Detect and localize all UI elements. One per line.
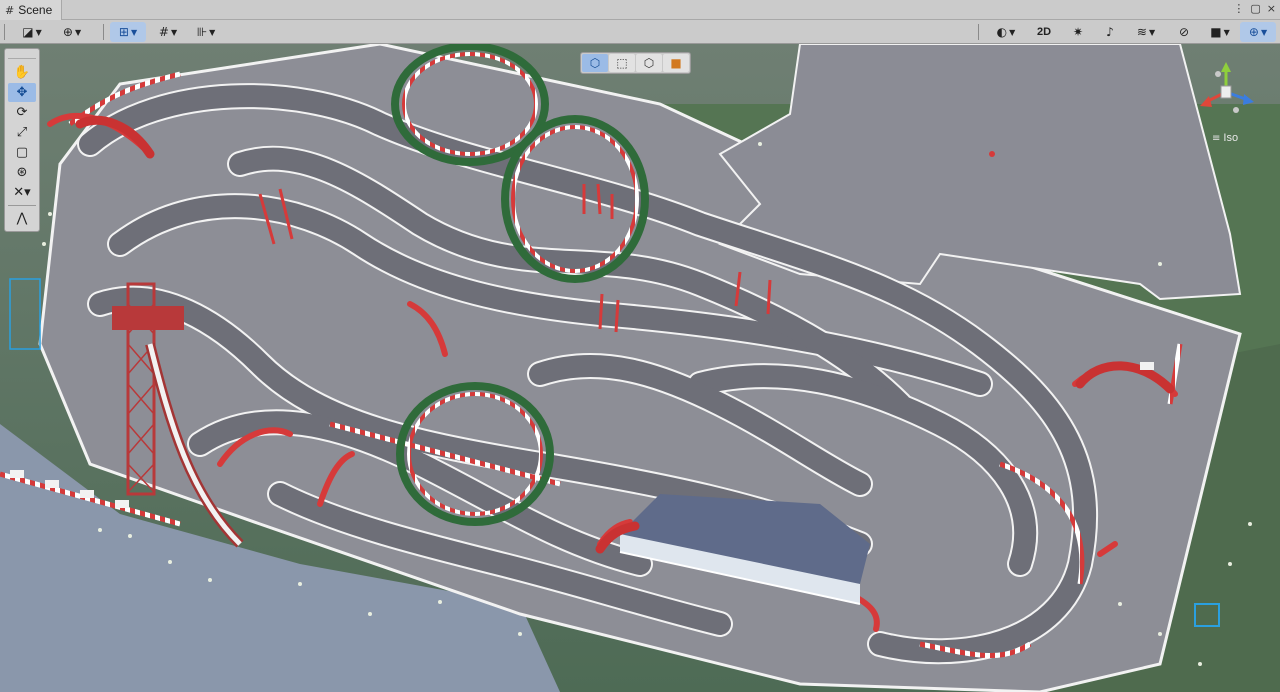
move-icon: ✥: [16, 85, 28, 100]
toggle-2d-button[interactable]: 2D: [1030, 22, 1058, 42]
camera-button[interactable]: ■ ▼: [1202, 22, 1238, 42]
toolbar-separator-right: [978, 24, 979, 40]
light-icon: ✷: [1072, 25, 1084, 39]
scene-tab-label: Scene: [18, 3, 53, 17]
x-axis-cone[interactable]: [1200, 96, 1212, 107]
rotate-tool[interactable]: ⟳: [8, 103, 36, 122]
hand-icon: ✋: [13, 65, 31, 80]
cube-view-button[interactable]: ⬡: [582, 54, 608, 72]
increment-snapping-button[interactable]: ⊪ ▼: [188, 22, 224, 42]
move-snapping-button[interactable]: ⊞ ▼: [110, 22, 146, 42]
projection-toggle[interactable]: ≡ Iso: [1212, 132, 1238, 144]
scene-canvas[interactable]: [0, 44, 1280, 692]
solid-cube-view-button[interactable]: ■: [663, 54, 689, 72]
orientation-gizmo[interactable]: [1196, 60, 1260, 124]
transform-tool[interactable]: ⊛: [8, 163, 36, 182]
maximize-icon[interactable]: ▢: [1250, 2, 1260, 15]
hash-icon: #: [5, 3, 15, 17]
custom-tool[interactable]: ✕▾: [8, 183, 36, 202]
audio-icon: ♪: [1106, 25, 1114, 39]
gizmo-neg-y[interactable]: [1215, 71, 1221, 77]
lighting-button[interactable]: ✷: [1066, 22, 1090, 42]
unity-scene-window: # Scene ⋮ ▢ × ◪▼ ⊕▼ ⊞▼ #▼ ⊪▼ ◐▼ 2D: [0, 0, 1280, 692]
global-button[interactable]: ⊕ ▼: [54, 22, 90, 42]
z-axis-cone[interactable]: [1243, 94, 1254, 105]
rect-icon: ▢: [15, 145, 29, 160]
hand-tool[interactable]: ✋: [8, 63, 36, 82]
pivot-marker: [989, 151, 995, 157]
grid-button[interactable]: # ▼: [150, 22, 186, 42]
y-axis-cone[interactable]: [1221, 62, 1231, 72]
rotate-icon: ⟳: [16, 105, 28, 120]
view-mode-toolbar: ⬡ ⬚ ⬡ ■: [580, 52, 691, 74]
shading-sphere-button[interactable]: ◐ ▼: [988, 22, 1024, 42]
draw-mode-button[interactable]: ◪ ▼: [14, 22, 50, 42]
globe-icon: ⊕: [62, 25, 73, 39]
layers-icon: ≋: [1136, 25, 1147, 39]
path-icon: ⋀: [16, 211, 28, 226]
effects-button[interactable]: ≋ ▼: [1128, 22, 1164, 42]
shading-mode-icon: ◪: [22, 25, 34, 39]
toolbar-separator: [103, 24, 104, 40]
rect-view-button[interactable]: ⬚: [609, 54, 635, 72]
globe-gizmo-icon: ⊕: [1248, 25, 1259, 39]
close-icon[interactable]: ×: [1267, 2, 1276, 15]
rect-view-icon: ⬚: [616, 56, 628, 70]
camera-icon: ■: [1210, 25, 1222, 39]
palette-divider: [8, 205, 36, 206]
transform-icon: ⊛: [16, 165, 28, 180]
audio-button[interactable]: ♪: [1098, 22, 1122, 42]
orange-cube-icon: ■: [670, 56, 682, 70]
more-icon[interactable]: ⋮: [1233, 2, 1244, 15]
projection-label: Iso: [1223, 132, 1239, 144]
move-tool[interactable]: ✥: [8, 83, 36, 102]
scene-tab[interactable]: # Scene: [0, 0, 62, 20]
gizmo-center[interactable]: [1220, 85, 1232, 99]
gizmo-neg-z[interactable]: [1233, 107, 1239, 113]
palette-grip[interactable]: [8, 51, 36, 59]
menu-icon: ≡: [1212, 132, 1221, 144]
hidden-objects-button[interactable]: ⊘: [1172, 22, 1196, 42]
tool-palette: ✋ ✥ ⟳ ⤢ ▢ ⊛ ✕▾ ⋀: [4, 48, 40, 232]
scene-viewport[interactable]: [0, 44, 1280, 692]
window-titlebar: # Scene ⋮ ▢ ×: [0, 0, 1280, 20]
window-controls: ⋮ ▢ ×: [1233, 2, 1276, 15]
rect-tool[interactable]: ▢: [8, 143, 36, 162]
grid-snap-icon: ⊞: [118, 25, 129, 39]
scale-icon: ⤢: [16, 125, 28, 140]
sphere-icon: ◐: [996, 25, 1008, 39]
path-tool[interactable]: ⋀: [8, 209, 36, 228]
grid-icon: #: [158, 25, 169, 39]
custom-tool-icon: ✕▾: [13, 185, 31, 200]
ruler-icon: ⊪: [196, 25, 208, 39]
eye-slash-icon: ⊘: [1178, 25, 1190, 39]
scale-tool[interactable]: ⤢: [8, 123, 36, 142]
wire-cube-view-button[interactable]: ⬡: [636, 54, 662, 72]
wire-cube-icon: ⬡: [643, 56, 655, 70]
cube-icon: ⬡: [589, 56, 601, 70]
gizmos-button[interactable]: ⊕ ▼: [1240, 22, 1276, 42]
scene-toolbar: ◪ ▼ ⊕ ▼ ⊞ ▼ # ▼ ⊪ ▼ ◐ ▼ 2D ✷ ♪ ≋ ▼ ⊘ ■ ▼…: [0, 20, 1280, 44]
toolbar-grip: [4, 24, 5, 40]
